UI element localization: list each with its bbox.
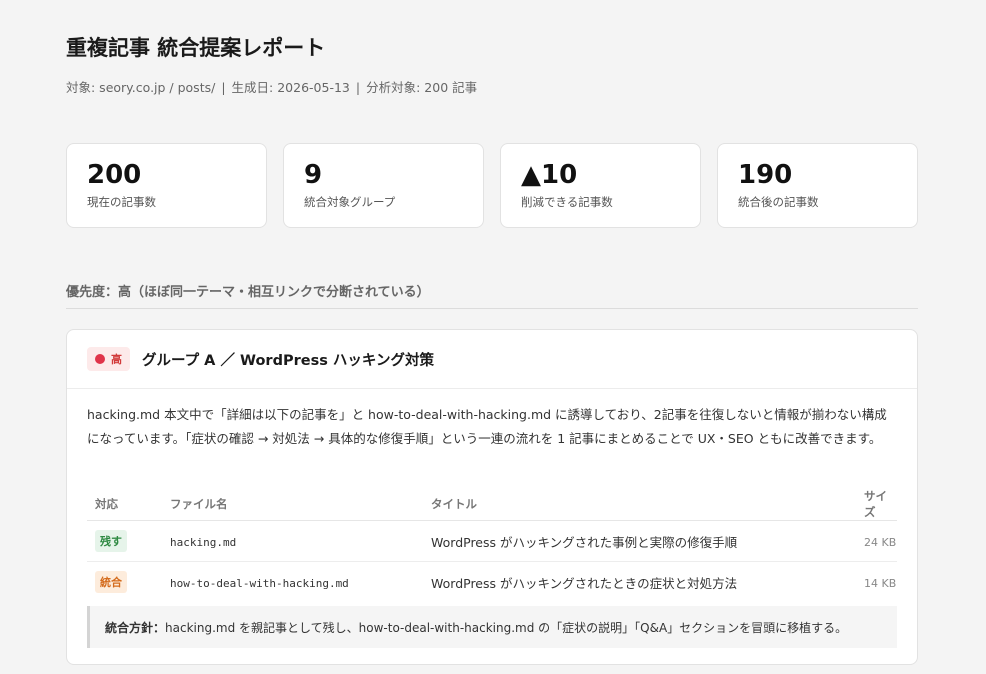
article-title: WordPress がハッキングされた事例と実際の修復手順	[431, 534, 738, 550]
stats-row: 200 現在の記事数 9 統合対象グループ ▲10 削減できる記事数 190 統…	[66, 143, 918, 228]
group-card-header: 高 グループ A ／ WordPress ハッキング対策	[67, 330, 917, 389]
meta-generated-date: 生成日: 2026-05-13	[231, 80, 350, 95]
table-row: 残す hacking.md WordPress がハッキングされた事例と実際の修…	[87, 520, 897, 562]
size-cell: 24 KB	[856, 520, 897, 562]
column-header-file: ファイル名	[162, 488, 423, 521]
action-badge-keep: 残す	[95, 530, 127, 552]
file-size: 14 KB	[864, 576, 897, 590]
file-name: hacking.md	[170, 535, 237, 549]
file-name: how-to-deal-with-hacking.md	[170, 576, 349, 590]
stat-card-post-merge-articles: 190 統合後の記事数	[717, 143, 918, 228]
priority-badge: 高	[87, 347, 130, 371]
meta-target: 対象: seory.co.jp / posts/	[66, 80, 216, 95]
column-header-title: タイトル	[423, 488, 856, 521]
action-badge-merge: 統合	[95, 571, 127, 593]
merge-policy-note: 統合方針： hacking.md を親記事として残し、how-to-deal-wi…	[87, 606, 897, 648]
stat-value: ▲10	[521, 160, 578, 190]
article-title: WordPress がハッキングされたときの症状と対処方法	[431, 575, 738, 591]
meta-analyzed-count: 分析対象: 200 記事	[366, 80, 478, 95]
stat-value: 190	[738, 160, 793, 190]
file-size: 24 KB	[864, 535, 897, 549]
report-meta: 対象: seory.co.jp / posts/ | 生成日: 2026-05-13…	[66, 77, 477, 96]
stat-label: 現在の記事数	[87, 195, 156, 209]
meta-separator: |	[221, 80, 226, 95]
column-header-action: 対応	[87, 488, 162, 521]
group-description: hacking.md 本文中で「詳細は以下の記事を」と how-to-deal-…	[87, 407, 887, 446]
file-cell: hacking.md	[162, 520, 423, 562]
report-page: 重複記事 統合提案レポート 対象: seory.co.jp / posts/ | 生…	[0, 0, 986, 674]
stat-label: 統合対象グループ	[304, 195, 396, 209]
table-row: 統合 how-to-deal-with-hacking.md WordPress…	[87, 562, 897, 603]
stat-value: 9	[304, 160, 323, 190]
red-dot-icon	[95, 354, 105, 364]
group-title: グループ A ／ WordPress ハッキング対策	[142, 352, 434, 369]
size-cell: 14 KB	[856, 562, 897, 603]
stat-label: 統合後の記事数	[738, 195, 819, 209]
file-cell: how-to-deal-with-hacking.md	[162, 562, 423, 603]
priority-label: 高	[111, 353, 122, 366]
group-card: 高 グループ A ／ WordPress ハッキング対策 hacking.md …	[66, 329, 918, 665]
stat-card-current-articles: 200 現在の記事数	[66, 143, 267, 228]
table-header-row: 対応 ファイル名 タイトル サイズ	[87, 488, 897, 521]
section-heading-high-priority: 優先度：高（ほぼ同一テーマ・相互リンクで分断されている）	[66, 285, 430, 300]
stat-card-reducible-articles: ▲10 削減できる記事数	[500, 143, 701, 228]
stat-label: 削減できる記事数	[521, 195, 613, 209]
action-cell: 残す	[87, 520, 162, 562]
stat-card-merge-groups: 9 統合対象グループ	[283, 143, 484, 228]
title-cell: WordPress がハッキングされたときの症状と対処方法	[423, 562, 856, 603]
policy-text: hacking.md を親記事として残し、how-to-deal-with-ha…	[165, 620, 848, 635]
column-header-size: サイズ	[856, 488, 897, 521]
section-divider	[66, 308, 918, 309]
policy-label: 統合方針：	[105, 620, 166, 635]
page-title: 重複記事 統合提案レポート	[66, 36, 326, 60]
stat-value: 200	[87, 160, 142, 190]
action-cell: 統合	[87, 562, 162, 603]
title-cell: WordPress がハッキングされた事例と実際の修復手順	[423, 520, 856, 562]
meta-separator: |	[355, 80, 361, 95]
file-table: 対応 ファイル名 タイトル サイズ 残す hacking.md WordPres…	[87, 488, 897, 602]
